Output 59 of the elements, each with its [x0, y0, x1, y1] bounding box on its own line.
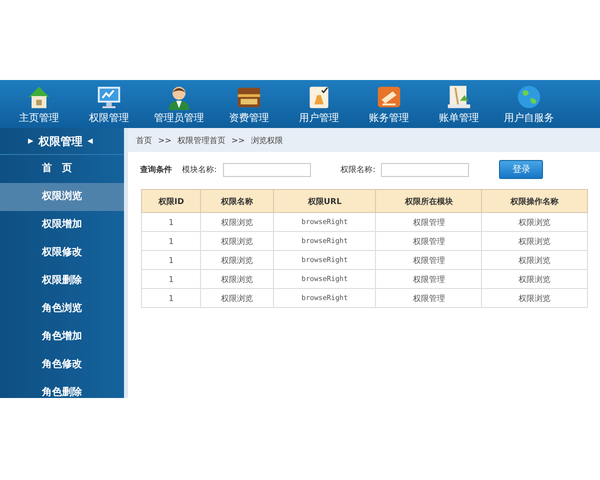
- sidebar-item[interactable]: 权限浏览: [0, 183, 124, 211]
- table-cell: 权限浏览: [482, 232, 588, 250]
- sidebar-item[interactable]: 权限修改: [0, 239, 124, 267]
- column-header: 权限名称: [200, 190, 274, 212]
- table-cell: 权限管理: [376, 212, 482, 232]
- person-icon: [166, 84, 192, 110]
- breadcrumb-link[interactable]: 首页: [136, 134, 152, 146]
- table-cell: 权限管理: [376, 250, 482, 270]
- nav-item[interactable]: 资费管理: [214, 80, 284, 128]
- table-cell: 1: [142, 250, 201, 270]
- nav-item[interactable]: 账务管理: [354, 80, 424, 128]
- monitor-icon: [96, 84, 122, 110]
- table-cell: 1: [142, 232, 201, 250]
- house-icon: [26, 84, 52, 110]
- table-cell: 权限浏览: [482, 250, 588, 270]
- table-cell: 权限浏览: [482, 288, 588, 308]
- column-header: 权限URL: [273, 190, 376, 212]
- submit-button[interactable]: 登录: [499, 160, 544, 179]
- table-cell: 权限浏览: [200, 232, 274, 250]
- table-cell: 权限管理: [376, 232, 482, 250]
- sidebar-item[interactable]: 角色修改: [0, 351, 124, 379]
- input-field[interactable]: [381, 162, 470, 176]
- table-cell: 权限浏览: [482, 270, 588, 288]
- column-header: 权限ID: [142, 190, 201, 212]
- field-label: 模块名称:: [182, 164, 217, 175]
- search-title: 查询条件: [140, 164, 172, 175]
- table-cell: 权限浏览: [200, 212, 274, 232]
- table-cell: 1: [142, 288, 201, 308]
- sidebar-item[interactable]: 权限删除: [0, 267, 124, 295]
- nav-item[interactable]: 管理员管理: [144, 80, 214, 128]
- input-field[interactable]: [222, 162, 311, 176]
- sidebar-item[interactable]: 角色删除: [0, 379, 124, 398]
- breadcrumb-separator: >>: [231, 136, 245, 144]
- nav-item[interactable]: 主页管理: [4, 80, 74, 128]
- table-cell: 权限浏览: [200, 270, 274, 288]
- table-cell: 权限浏览: [200, 250, 274, 270]
- breadcrumb-link[interactable]: 浏览权限: [250, 134, 283, 146]
- table-cell: 权限管理: [376, 288, 482, 308]
- column-header: 权限操作名称: [482, 190, 588, 212]
- breadcrumb-link[interactable]: 权限管理首页: [177, 134, 226, 146]
- table-cell: 1: [142, 212, 201, 232]
- nav-item[interactable]: 权限管理: [74, 80, 144, 128]
- column-header: 权限所在模块: [376, 190, 482, 212]
- nav-item[interactable]: 账单管理: [424, 80, 494, 128]
- document-icon: [446, 84, 472, 110]
- table-cell: 权限浏览: [482, 212, 588, 232]
- globe-icon: [516, 84, 542, 110]
- table-cell: 1: [142, 270, 201, 288]
- sidebar-item[interactable]: 角色浏览: [0, 295, 124, 323]
- sidebar-heading: 权限管理: [38, 134, 82, 148]
- sidebar-item[interactable]: 角色增加: [0, 323, 124, 351]
- sidebar-item[interactable]: 首 页: [0, 155, 124, 183]
- table-cell: 权限浏览: [200, 288, 274, 308]
- nav-item[interactable]: 用户自服务: [494, 80, 564, 128]
- breadcrumb-separator: >>: [158, 136, 172, 144]
- table-cell: 权限管理: [376, 270, 482, 288]
- field-label: 权限名称:: [340, 164, 376, 175]
- sidebar-item[interactable]: 权限增加: [0, 211, 124, 239]
- nav-item[interactable]: 用户管理: [284, 80, 354, 128]
